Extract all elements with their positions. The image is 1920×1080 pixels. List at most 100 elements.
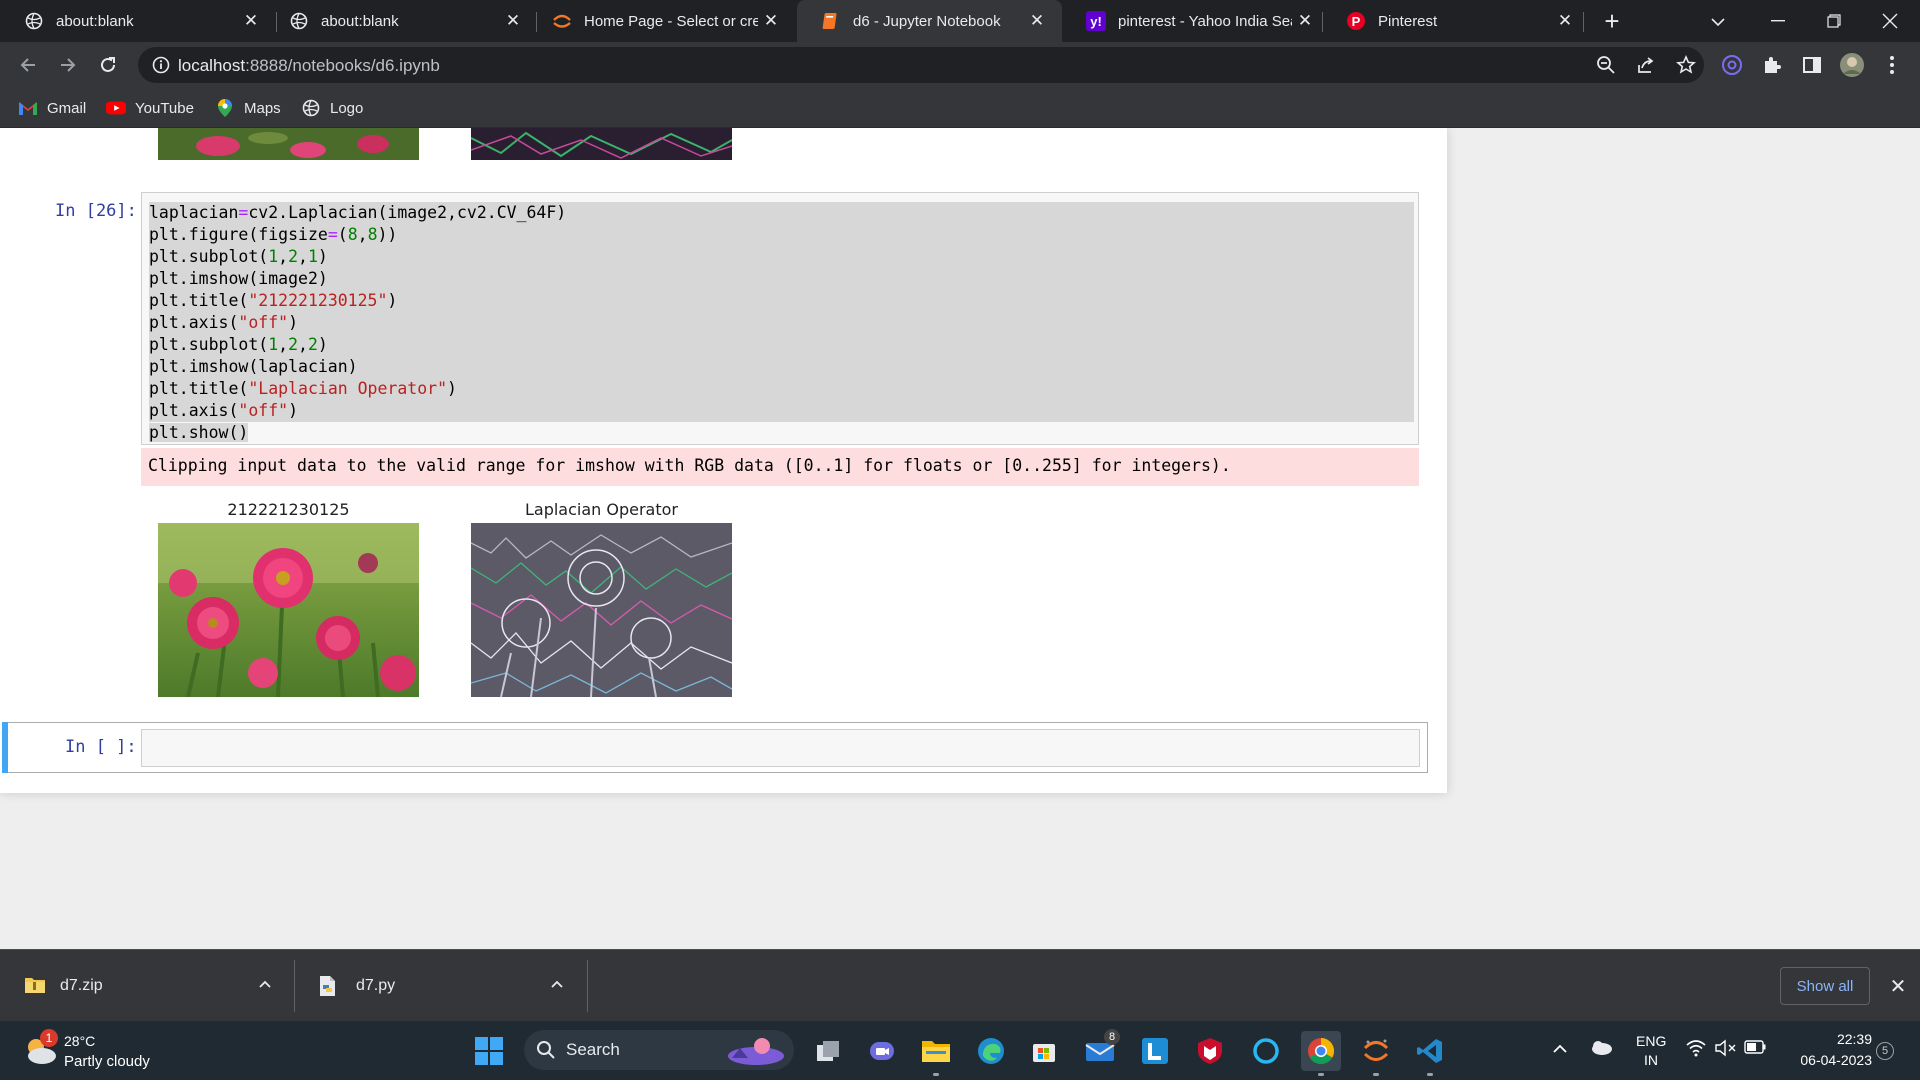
tab-title: about:blank: [56, 12, 134, 30]
bookmark-label: Logo: [330, 99, 364, 117]
svg-text:P: P: [1352, 14, 1361, 29]
cortana-ring-icon[interactable]: [1246, 1031, 1286, 1071]
tab-title: Pinterest: [1378, 12, 1438, 30]
notebook-container: In [26]: laplacian=cv2.Laplacian(image2,…: [0, 128, 1447, 793]
show-hidden-icons-chevron[interactable]: [1552, 1041, 1568, 1059]
weather-badge: 1: [40, 1029, 58, 1047]
empty-cell-prompt: In [ ]:: [65, 737, 137, 757]
new-tab-button[interactable]: +: [1597, 6, 1627, 36]
bookmark-star-icon[interactable]: [1674, 53, 1698, 77]
show-all-downloads-button[interactable]: Show all: [1780, 967, 1870, 1005]
bookmark-gmail[interactable]: Gmail: [18, 96, 86, 120]
mcafee-icon[interactable]: [1190, 1031, 1230, 1071]
bookmark-logo[interactable]: Logo: [301, 96, 363, 120]
url-text[interactable]: localhost:8888/notebooks/d6.ipynb: [178, 56, 440, 76]
language-indicator[interactable]: ENG IN: [1634, 1031, 1674, 1071]
zip-file-icon: [24, 975, 46, 997]
address-bar[interactable]: localhost:8888/notebooks/d6.ipynb: [138, 47, 1704, 83]
notification-count-badge[interactable]: 5: [1876, 1042, 1894, 1060]
jupyter-taskbar-icon[interactable]: [1356, 1031, 1396, 1076]
share-icon[interactable]: [1634, 53, 1658, 77]
clock-time: 22:39: [1836, 1031, 1872, 1047]
teams-chat-icon[interactable]: [862, 1031, 902, 1071]
previous-output-edge-image: [471, 128, 732, 160]
extensions-puzzle-icon[interactable]: [1757, 50, 1787, 80]
tab-yahoo-search[interactable]: y! pinterest - Yahoo India Sea ✕: [1062, 0, 1330, 42]
clock[interactable]: 22:39 06-04-2023: [1780, 1029, 1872, 1073]
plot-title-original: 212221230125: [227, 500, 350, 519]
restore-window-icon[interactable]: [1806, 0, 1862, 42]
code-line: plt.subplot(1,2,1): [149, 246, 1414, 268]
download-item-zip[interactable]: d7.zip: [24, 950, 284, 1022]
code-line: plt.figure(figsize=(8,8)): [149, 224, 1414, 246]
code-line: plt.axis("off"): [149, 312, 1414, 334]
notebook-viewport[interactable]: In [26]: laplacian=cv2.Laplacian(image2,…: [0, 128, 1920, 949]
tab-about-blank-1[interactable]: about:blank ✕: [0, 0, 276, 42]
close-tab-icon[interactable]: ✕: [1292, 8, 1318, 34]
onedrive-cloud-icon[interactable]: [1589, 1039, 1613, 1060]
weather-temp: 28°C: [64, 1033, 96, 1049]
download-filename: d7.py: [356, 977, 396, 994]
wifi-icon[interactable]: [1686, 1039, 1706, 1062]
chrome-menu-icon[interactable]: [1877, 50, 1907, 80]
profile-avatar[interactable]: [1837, 50, 1867, 80]
flower-image: [158, 523, 419, 697]
empty-code-cell[interactable]: In [ ]:: [2, 722, 1428, 773]
extension-at-icon[interactable]: [1717, 50, 1747, 80]
mail-icon[interactable]: 8: [1080, 1029, 1120, 1071]
tab-about-blank-2[interactable]: about:blank ✕: [265, 0, 538, 42]
code-editor[interactable]: laplacian=cv2.Laplacian(image2,cv2.CV_64…: [149, 202, 1414, 444]
weather-widget[interactable]: 1 28°C Partly cloudy: [18, 1029, 218, 1073]
windows-taskbar: 1 28°C Partly cloudy Search 8 ENG IN 22:…: [0, 1021, 1920, 1080]
chevron-up-icon[interactable]: [258, 976, 272, 994]
volume-muted-icon[interactable]: [1715, 1039, 1737, 1062]
zoom-icon[interactable]: [1594, 53, 1618, 77]
close-tab-icon[interactable]: ✕: [758, 8, 784, 34]
back-arrow-icon[interactable]: [12, 49, 44, 81]
close-tab-icon[interactable]: ✕: [238, 8, 264, 34]
close-window-icon[interactable]: [1862, 0, 1918, 42]
globe-icon: [301, 98, 321, 118]
download-item-py[interactable]: d7.py: [318, 950, 578, 1022]
pinterest-icon: P: [1346, 11, 1366, 31]
code-line: plt.imshow(image2): [149, 268, 1414, 290]
vscode-icon[interactable]: [1410, 1031, 1450, 1076]
mail-badge: 8: [1104, 1029, 1120, 1045]
bookmark-maps[interactable]: Maps: [215, 96, 281, 120]
stderr-text: Clipping input data to the valid range f…: [148, 456, 1231, 475]
jupyter-icon: [552, 11, 572, 31]
tab-search-chevron-icon[interactable]: [1704, 8, 1732, 36]
clock-date: 06-04-2023: [1800, 1052, 1872, 1068]
battery-icon[interactable]: [1744, 1040, 1766, 1059]
chrome-icon[interactable]: [1301, 1031, 1341, 1076]
reload-icon[interactable]: [92, 49, 124, 81]
edge-browser-icon[interactable]: [971, 1031, 1011, 1071]
taskbar-search-box[interactable]: Search: [524, 1030, 794, 1070]
windows-start-icon[interactable]: [469, 1031, 509, 1071]
code-line: plt.show(): [149, 423, 249, 442]
forward-arrow-icon[interactable]: [52, 49, 84, 81]
empty-cell-input[interactable]: [141, 729, 1420, 767]
code-line: plt.imshow(laplacian): [149, 356, 1414, 378]
python-file-icon: [318, 975, 340, 997]
tab-pinterest[interactable]: P Pinterest ✕: [1322, 0, 1590, 42]
search-icon: [536, 1040, 556, 1060]
task-view-icon[interactable]: [808, 1031, 848, 1071]
chevron-up-icon[interactable]: [550, 976, 564, 994]
site-info-icon[interactable]: [152, 56, 170, 79]
close-tab-icon[interactable]: ✕: [1552, 8, 1578, 34]
l-app-icon[interactable]: [1135, 1031, 1175, 1071]
tab-d6-notebook[interactable]: d6 - Jupyter Notebook ✕: [797, 0, 1062, 42]
side-panel-icon[interactable]: [1797, 50, 1827, 80]
file-explorer-icon[interactable]: [916, 1031, 956, 1076]
microsoft-store-icon[interactable]: [1024, 1031, 1064, 1071]
close-download-shelf-icon[interactable]: ✕: [1884, 972, 1912, 1000]
tab-jupyter-home[interactable]: Home Page - Select or crea ✕: [528, 0, 796, 42]
bookmark-youtube[interactable]: YouTube: [106, 96, 194, 120]
code-line: plt.subplot(1,2,2): [149, 334, 1414, 356]
search-highlight-icon: [726, 1034, 786, 1071]
close-tab-icon[interactable]: ✕: [500, 8, 526, 34]
close-tab-icon[interactable]: ✕: [1024, 8, 1050, 34]
code-cell-input[interactable]: laplacian=cv2.Laplacian(image2,cv2.CV_64…: [141, 192, 1419, 445]
minimize-window-icon[interactable]: [1750, 0, 1806, 42]
